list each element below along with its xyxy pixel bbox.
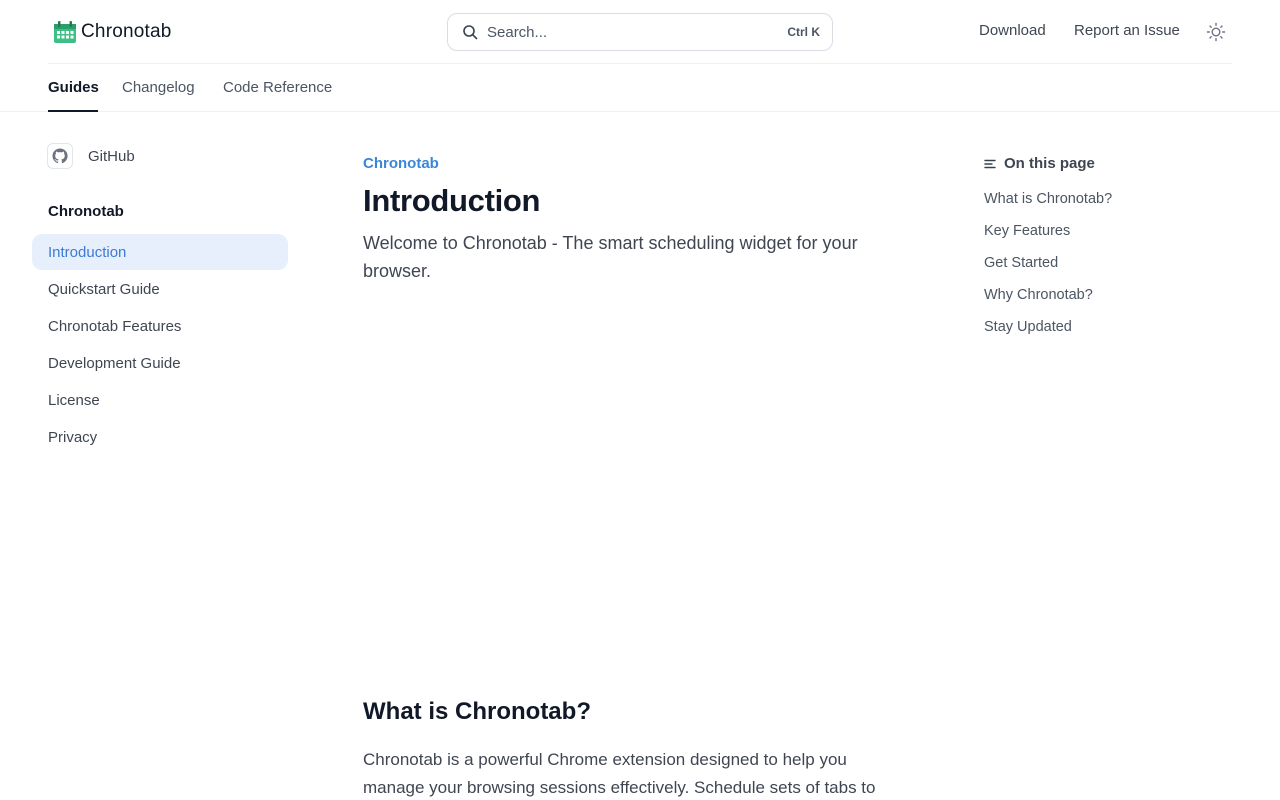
sidebar-item-quickstart-guide[interactable]: Quickstart Guide	[32, 271, 288, 307]
sidebar-section-heading: Chronotab	[48, 203, 124, 220]
tab-guides[interactable]: Guides	[48, 79, 99, 96]
sun-icon[interactable]	[1206, 22, 1226, 42]
section-heading-what-is-chronotab: What is Chronotab?	[363, 698, 591, 725]
tab-code-reference[interactable]: Code Reference	[223, 79, 332, 96]
list-icon	[984, 159, 996, 168]
search-shortcut: Ctrl K	[787, 25, 820, 39]
toc-item-get-started[interactable]: Get Started	[984, 255, 1058, 271]
tab-changelog[interactable]: Changelog	[122, 79, 195, 96]
active-tab-indicator	[48, 110, 98, 112]
calendar-logo-icon	[54, 21, 76, 43]
top-tabs: Guides Changelog Code Reference	[0, 64, 1280, 112]
sidebar-item-introduction[interactable]: Introduction	[32, 234, 288, 270]
report-issue-link[interactable]: Report an Issue	[1074, 22, 1180, 39]
github-icon	[52, 148, 68, 164]
search-placeholder: Search...	[487, 23, 548, 41]
page-lead: Welcome to Chronotab - The smart schedul…	[363, 233, 858, 281]
toc-title-label: On this page	[1004, 155, 1095, 172]
breadcrumb[interactable]: Chronotab	[363, 155, 439, 172]
search-icon	[463, 25, 478, 40]
sidebar-item-development-guide[interactable]: Development Guide	[32, 345, 288, 381]
search-box[interactable]: Search... Ctrl K	[447, 13, 833, 51]
section-paragraph: Chronotab is a powerful Chrome extension…	[363, 750, 876, 797]
toc-item-why-chronotab[interactable]: Why Chronotab?	[984, 287, 1093, 303]
github-link[interactable]: GitHub	[47, 143, 135, 169]
toc-item-key-features[interactable]: Key Features	[984, 223, 1070, 239]
top-header: Chronotab Search... Ctrl K Download Repo…	[0, 0, 1280, 64]
sidebar-item-license[interactable]: License	[32, 382, 288, 418]
github-label: GitHub	[88, 147, 135, 165]
download-link[interactable]: Download	[979, 22, 1046, 39]
toc-item-what-is-chronotab[interactable]: What is Chronotab?	[984, 191, 1112, 207]
toc-item-stay-updated[interactable]: Stay Updated	[984, 319, 1072, 335]
github-icon-box	[47, 143, 73, 169]
toc-title: On this page	[984, 155, 1095, 172]
logo[interactable]: Chronotab	[52, 18, 172, 46]
sidebar-item-privacy[interactable]: Privacy	[32, 419, 288, 455]
page-title: Introduction	[363, 183, 541, 218]
sidebar-item-chronotab-features[interactable]: Chronotab Features	[32, 308, 288, 344]
logo-text: Chronotab	[81, 21, 172, 42]
